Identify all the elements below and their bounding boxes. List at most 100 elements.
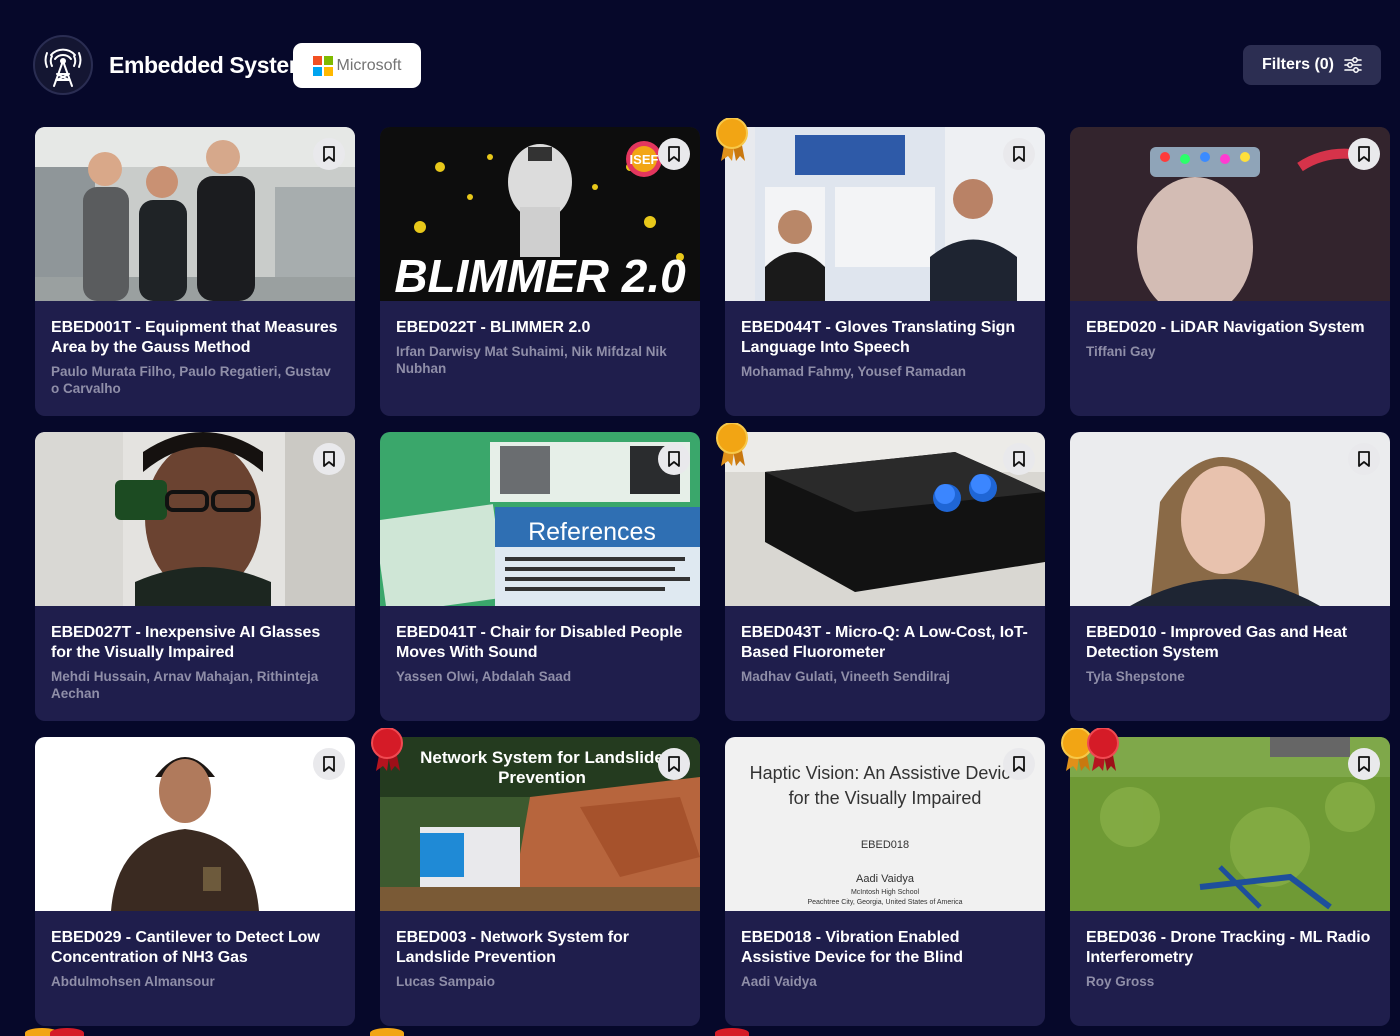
sliders-icon [1344,57,1362,73]
bookmark-button[interactable] [1003,443,1035,475]
project-authors: Mohamad Fahmy, Yousef Ramadan [741,364,967,379]
red-award-ribbon-icon [50,1028,84,1036]
project-thumbnail: ISEF BLIMMER 2.0 [380,127,700,301]
project-title: EBED041T - Chair for Disabled People Mov… [396,624,683,661]
project-card-ebed022t[interactable]: ISEF BLIMMER 2.0 EBED022T - BLIMMER 2.0 … [380,127,700,416]
project-card-ebed027t[interactable]: EBED027T - Inexpensive AI Glasses for th… [35,432,355,721]
project-card-ebed001t[interactable]: EBED001T - Equipment that Measures Area … [35,127,355,416]
thumbnail-title: BLIMMER 2.0 [394,250,686,301]
category-title: Embedded Systems [109,52,322,78]
project-thumbnail [35,737,355,911]
project-authors: Tiffani Gay [1086,344,1156,359]
project-authors: Roy Gross [1086,974,1155,989]
bookmark-icon [1358,146,1370,162]
bookmark-button[interactable] [1003,748,1035,780]
thumbnail-code: EBED018 [861,839,909,851]
bookmark-icon [1013,451,1025,467]
thumbnail-heading-line1: Haptic Vision: An Assistive Device [750,763,1021,783]
project-authors: Lucas Sampaio [396,974,496,989]
project-authors: Mehdi Hussain, Arnav Mahajan, Rithinteja… [51,669,319,701]
gold-award-ribbon-icon [715,422,749,467]
project-title: EBED043T - Micro-Q: A Low-Cost, IoT-Base… [741,624,1028,661]
project-title: EBED022T - BLIMMER 2.0 [396,319,591,336]
bookmark-button[interactable] [313,748,345,780]
category-logo [33,35,93,95]
project-authors: Irfan Darwisy Mat Suhaimi, Nik Mifdzal N… [396,344,667,376]
bookmark-button[interactable] [313,138,345,170]
thumbnail-heading: References [528,518,656,546]
filters-button[interactable]: Filters (0) [1243,45,1381,85]
project-card-ebed018[interactable]: Haptic Vision: An Assistive Device for t… [725,737,1045,1026]
thumbnail-heading-line2: for the Visually Impaired [789,788,982,808]
project-grid: EBED001T - Equipment that Measures Area … [35,117,1390,1026]
project-authors: Yassen Olwi, Abdalah Saad [396,669,572,684]
bookmark-button[interactable] [1003,138,1035,170]
project-title: EBED018 - Vibration Enabled Assistive De… [741,929,963,966]
project-card-ebed010[interactable]: EBED010 - Improved Gas and Heat Detectio… [1070,432,1390,721]
red-award-ribbon-icon [370,727,404,772]
project-thumbnail: Network System for Landslide Prevention [380,737,700,911]
project-gallery-page: Embedded Systems Microsoft Filters (0) E… [0,0,1400,1036]
bookmark-icon [1358,451,1370,467]
thumbnail-location: Peachtree City, Georgia, United States o… [807,899,962,906]
sponsor-name: Microsoft [336,56,402,74]
project-authors: Abdulmohsen Almansour [51,974,215,989]
bookmark-icon [668,451,680,467]
project-card-ebed036[interactable]: EBED036 - Drone Tracking - ML Radio Inte… [1061,727,1390,1026]
project-authors: Aadi Vaidya [741,974,817,989]
header: Embedded Systems Microsoft Filters (0) [0,0,1400,126]
bookmark-icon [323,756,335,772]
project-authors: Madhav Gulati, Vineeth Sendilraj [741,669,951,684]
filters-label: Filters (0) [1261,56,1334,73]
project-thumbnail: References [380,432,700,606]
bookmark-icon [1358,756,1370,772]
bookmark-icon [1013,146,1025,162]
project-card-ebed041t[interactable]: References EBED041T - Chair for Disabled… [380,432,700,721]
bookmark-button[interactable] [1348,443,1380,475]
project-card-ebed020[interactable]: EBED020 - LiDAR Navigation System Tiffan… [1070,127,1390,416]
gold-award-ribbon-icon [370,1028,404,1036]
project-title: EBED044T - Gloves Translating Sign Langu… [741,319,1016,356]
project-title: EBED001T - Equipment that Measures Area … [51,319,338,356]
thumbnail-author: Aadi Vaidya [856,873,915,885]
sponsor-badge: Microsoft [293,43,421,88]
project-authors: Paulo Murata Filho, Paulo Regatieri, Gus… [51,364,331,396]
isef-badge: ISEF [630,152,659,167]
bookmark-button[interactable] [1348,748,1380,780]
project-card-ebed003[interactable]: Network System for Landslide Prevention … [371,727,700,1026]
project-title: EBED003 - Network System for Landslide P… [396,929,629,966]
thumbnail-school: McIntosh High School [851,889,920,896]
bookmark-icon [323,146,335,162]
bookmark-icon [668,146,680,162]
radio-tower-icon [44,48,82,87]
project-title: EBED029 - Cantilever to Detect Low Conce… [51,929,320,966]
thumbnail-heading-line2: Prevention [498,768,586,787]
bookmark-button[interactable] [1348,138,1380,170]
bookmark-button[interactable] [313,443,345,475]
project-card-ebed044t[interactable]: EBED044T - Gloves Translating Sign Langu… [716,117,1045,416]
project-thumbnail [1070,127,1390,301]
bookmark-button[interactable] [658,138,690,170]
microsoft-logo-icon [312,55,333,76]
project-thumbnail [725,432,1045,606]
project-authors: Tyla Shepstone [1086,669,1185,684]
project-thumbnail: Haptic Vision: An Assistive Device for t… [725,737,1045,911]
red-award-ribbon-icon [1086,727,1120,772]
project-title: EBED020 - LiDAR Navigation System [1086,319,1365,336]
bookmark-button[interactable] [658,443,690,475]
red-award-ribbon-icon [715,1028,749,1036]
bookmark-icon [668,756,680,772]
project-title: EBED036 - Drone Tracking - ML Radio Inte… [1086,929,1371,966]
project-card-ebed043t[interactable]: EBED043T - Micro-Q: A Low-Cost, IoT-Base… [716,422,1045,721]
bookmark-icon [323,451,335,467]
project-card-ebed029[interactable]: EBED029 - Cantilever to Detect Low Conce… [35,737,355,1026]
project-thumbnail [35,432,355,606]
bookmark-button[interactable] [658,748,690,780]
project-thumbnail [725,127,1045,301]
project-title: EBED010 - Improved Gas and Heat Detectio… [1086,624,1347,661]
thumbnail-heading-line1: Network System for Landslide [420,748,664,767]
project-thumbnail [35,127,355,301]
gold-award-ribbon-icon [715,117,749,162]
project-thumbnail [1070,432,1390,606]
bookmark-icon [1013,756,1025,772]
